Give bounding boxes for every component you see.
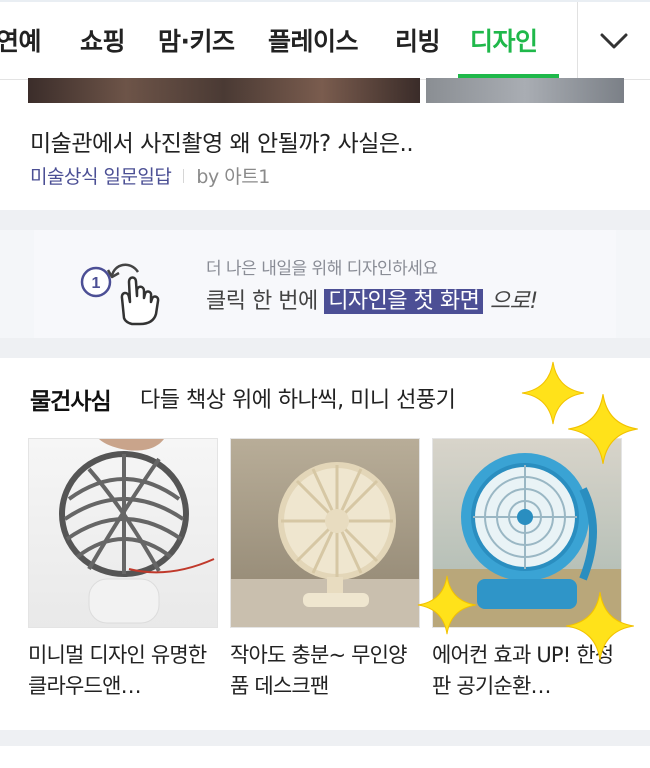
round-fan-image bbox=[59, 439, 215, 624]
article-thumbnail[interactable] bbox=[28, 78, 420, 103]
product-image[interactable] bbox=[28, 438, 218, 628]
product-name[interactable]: 작아도 충분~ 무인양품 데스크팬 bbox=[230, 640, 420, 702]
banner-subtitle: 더 나은 내일을 위해 디자인하세요 bbox=[206, 259, 438, 279]
tab-place[interactable]: 플레이스 bbox=[268, 22, 359, 58]
section-gap bbox=[0, 210, 650, 230]
product-name[interactable]: 미니멀 디자인 유명한 클라우드앤… bbox=[28, 640, 218, 702]
tab-list: 연예 쇼핑 맘·키즈 플레이스 리빙 디자인 bbox=[0, 2, 578, 80]
banner-main-suffix: 으로! bbox=[483, 289, 538, 314]
article-author: by 아트1 bbox=[196, 166, 270, 188]
tab-entertainment[interactable]: 연예 bbox=[0, 22, 42, 58]
section-title[interactable]: 물건사심 bbox=[30, 382, 112, 416]
category-tab-bar: 연예 쇼핑 맘·키즈 플레이스 리빙 디자인 bbox=[0, 0, 650, 80]
sparkle-icon bbox=[568, 394, 638, 464]
sparkle-icon bbox=[417, 575, 477, 635]
tab-shopping[interactable]: 쇼핑 bbox=[80, 22, 126, 58]
banner-main-prefix: 클릭 한 번에 bbox=[206, 289, 325, 314]
article-meta: 미술상식 일문일답 by 아트1 bbox=[30, 162, 270, 189]
click-hand-icon: 1 bbox=[80, 263, 160, 326]
product-card[interactable]: 작아도 충분~ 무인양품 데스크팬 bbox=[230, 438, 420, 702]
tab-design[interactable]: 디자인 bbox=[470, 22, 538, 58]
banner-main-text: 클릭 한 번에 디자인을 첫 화면 으로! bbox=[206, 283, 538, 315]
article-thumbnail-secondary[interactable] bbox=[426, 78, 624, 103]
next-section bbox=[0, 746, 650, 768]
tab-mom-kids[interactable]: 맘·키즈 bbox=[158, 22, 235, 58]
sparkle-icon bbox=[566, 592, 634, 660]
tab-living[interactable]: 리빙 bbox=[395, 22, 441, 58]
article-category[interactable]: 미술상식 일문일답 bbox=[30, 162, 172, 189]
desk-fan-image bbox=[231, 462, 419, 627]
article-title[interactable]: 미술관에서 사진촬영 왜 안될까? 사실은.. bbox=[30, 124, 414, 158]
section-gap bbox=[0, 338, 650, 358]
product-card[interactable]: 미니멀 디자인 유명한 클라우드앤… bbox=[28, 438, 218, 702]
section-subtitle[interactable]: 다들 책상 위에 하나씩, 미니 선풍기 bbox=[140, 382, 456, 414]
chevron-down-icon bbox=[600, 33, 628, 49]
meta-separator bbox=[183, 168, 185, 183]
product-image[interactable] bbox=[230, 438, 420, 628]
product-card[interactable]: 에어컨 효과 UP! 한정판 공기순환… bbox=[432, 438, 622, 702]
banner-highlight: 디자인을 첫 화면 bbox=[324, 289, 484, 314]
expand-tabs-button[interactable] bbox=[578, 2, 650, 80]
step-number: 1 bbox=[92, 275, 101, 292]
